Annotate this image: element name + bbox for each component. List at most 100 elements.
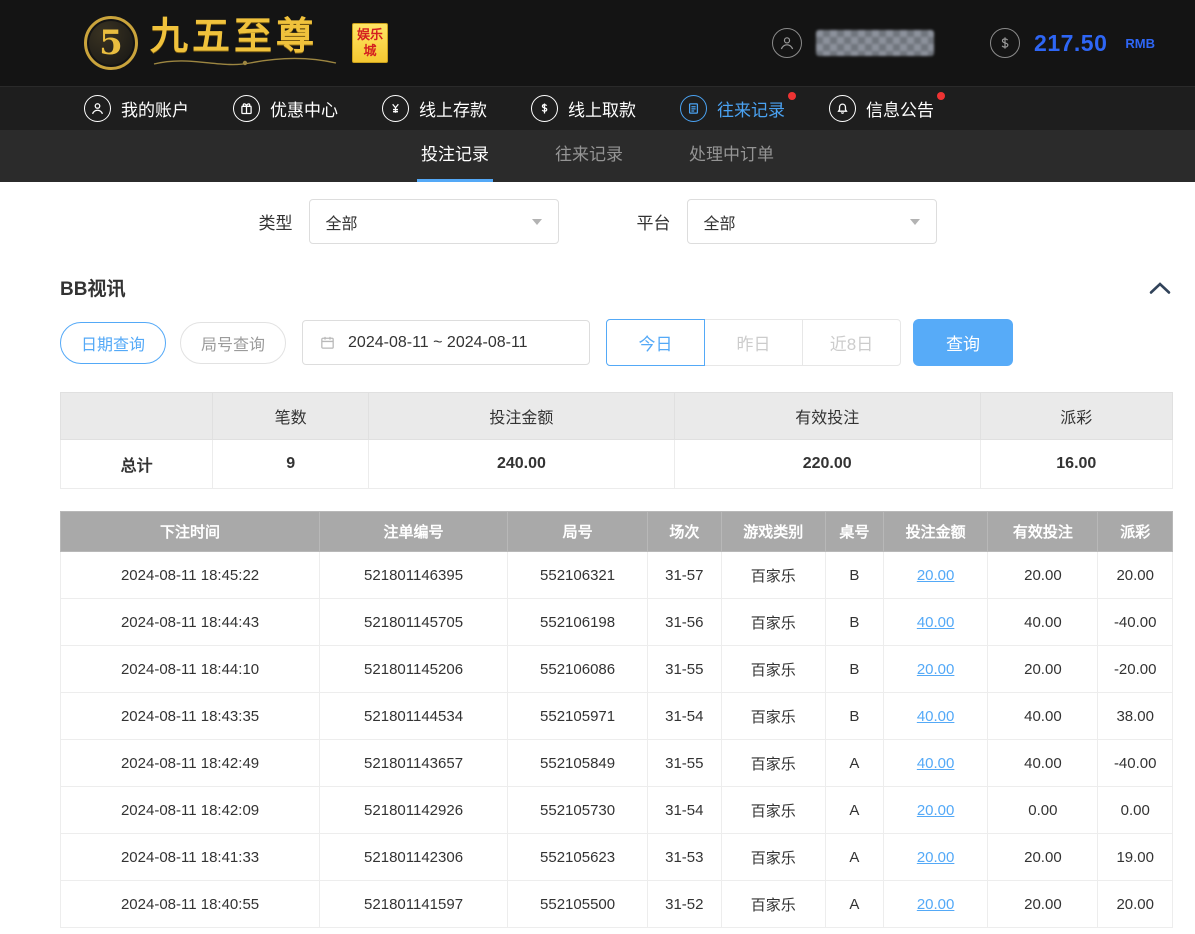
summary-valid-bet: 220.00	[674, 440, 980, 489]
last-8-days-button[interactable]: 近8日	[802, 319, 901, 366]
cell-bet-time: 2024-08-11 18:42:49	[61, 740, 320, 787]
notification-dot	[937, 92, 945, 100]
cell-valid-bet: 40.00	[988, 599, 1098, 646]
cell-payout: 38.00	[1098, 693, 1173, 740]
nav-label: 线上存款	[419, 96, 487, 121]
section-title: BB视讯	[60, 274, 125, 301]
avatar-icon[interactable]	[772, 28, 802, 58]
nav-item-promotions[interactable]: 优惠中心	[233, 95, 338, 122]
filter-row: 类型 全部 平台 全部	[0, 182, 1195, 260]
cell-session: 31-55	[648, 740, 721, 787]
cell-table-no: A	[826, 834, 884, 881]
cell-round-no: 552105971	[508, 693, 648, 740]
date-query-button[interactable]: 日期查询	[60, 322, 166, 364]
cell-valid-bet: 0.00	[988, 787, 1098, 834]
cell-round-no: 552105623	[508, 834, 648, 881]
table-row: 2024-08-11 18:42:49521801143657552105849…	[61, 740, 1173, 787]
date-range-input[interactable]: 2024-08-11 ~ 2024-08-11	[302, 320, 590, 365]
nav-item-deposit[interactable]: 线上存款	[382, 95, 487, 122]
cell-table-no: A	[826, 740, 884, 787]
summary-header-blank	[61, 393, 213, 440]
cell-session: 31-54	[648, 693, 721, 740]
search-button[interactable]: 查询	[913, 319, 1013, 366]
cell-valid-bet: 20.00	[988, 646, 1098, 693]
platform-select-value: 全部	[704, 210, 736, 234]
cell-order-no: 521801145705	[320, 599, 508, 646]
bet-amount-link[interactable]: 20.00	[917, 849, 955, 866]
tab-processing-orders[interactable]: 处理中订单	[685, 130, 778, 182]
bet-amount-link[interactable]: 20.00	[917, 802, 955, 819]
nav-item-announcements[interactable]: 信息公告	[829, 95, 934, 122]
cell-game-type: 百家乐	[721, 787, 826, 834]
cell-session: 31-57	[648, 552, 721, 599]
cell-round-no: 552106321	[508, 552, 648, 599]
calendar-icon	[319, 334, 336, 351]
platform-select[interactable]: 全部	[687, 199, 937, 244]
collapse-chevron-up-icon[interactable]	[1149, 281, 1171, 295]
cell-order-no: 521801143657	[320, 740, 508, 787]
sub-tab-bar: 投注记录 往来记录 处理中订单	[0, 130, 1195, 182]
query-controls: 日期查询 局号查询 2024-08-11 ~ 2024-08-11 今日 昨日 …	[60, 319, 1195, 366]
bet-amount-link[interactable]: 40.00	[917, 614, 955, 631]
user-icon	[84, 95, 111, 122]
bet-amount-link[interactable]: 20.00	[917, 567, 955, 584]
nav-label: 我的账户	[121, 96, 189, 121]
chevron-down-icon	[910, 219, 920, 225]
cell-bet-time: 2024-08-11 18:44:43	[61, 599, 320, 646]
cell-payout: 19.00	[1098, 834, 1173, 881]
cell-bet-amount: 40.00	[883, 693, 988, 740]
cell-payout: -40.00	[1098, 740, 1173, 787]
summary-row: 总计 9 240.00 220.00 16.00	[61, 440, 1173, 489]
cell-bet-amount: 20.00	[883, 834, 988, 881]
yesterday-button[interactable]: 昨日	[704, 319, 803, 366]
summary-header-count: 笔数	[213, 393, 369, 440]
top-header: 5 九五至尊 娱乐城 217.50	[0, 0, 1195, 86]
col-header-bet-time: 下注时间	[61, 512, 320, 552]
type-select[interactable]: 全部	[309, 199, 559, 244]
cell-bet-amount: 40.00	[883, 599, 988, 646]
cell-bet-time: 2024-08-11 18:43:35	[61, 693, 320, 740]
bet-amount-link[interactable]: 40.00	[917, 755, 955, 772]
cell-valid-bet: 20.00	[988, 881, 1098, 928]
table-row: 2024-08-11 18:40:55521801141597552105500…	[61, 881, 1173, 928]
cell-session: 31-53	[648, 834, 721, 881]
round-query-button[interactable]: 局号查询	[180, 322, 286, 364]
cell-table-no: A	[826, 787, 884, 834]
type-filter-label: 类型	[259, 209, 293, 234]
deposit-coin-icon	[382, 95, 409, 122]
col-header-table-no: 桌号	[826, 512, 884, 552]
cell-table-no: B	[826, 693, 884, 740]
nav-item-my-account[interactable]: 我的账户	[84, 95, 189, 122]
bet-amount-link[interactable]: 40.00	[917, 708, 955, 725]
summary-total-label: 总计	[61, 440, 213, 489]
summary-payout: 16.00	[980, 440, 1172, 489]
cell-game-type: 百家乐	[721, 552, 826, 599]
username-blurred[interactable]	[816, 30, 934, 56]
tab-bet-records[interactable]: 投注记录	[417, 130, 493, 182]
logo-tag: 娱乐城	[352, 23, 388, 64]
cell-bet-amount: 20.00	[883, 787, 988, 834]
cell-game-type: 百家乐	[721, 646, 826, 693]
cell-bet-amount: 20.00	[883, 646, 988, 693]
cell-round-no: 552106198	[508, 599, 648, 646]
bet-records-table: 下注时间注单编号局号场次游戏类别桌号投注金额有效投注派彩 2024-08-11 …	[60, 511, 1173, 928]
nav-item-withdraw[interactable]: 线上取款	[531, 95, 636, 122]
cell-table-no: A	[826, 881, 884, 928]
tab-transaction-records[interactable]: 往来记录	[551, 130, 627, 182]
cell-table-no: B	[826, 599, 884, 646]
col-header-round-no: 局号	[508, 512, 648, 552]
summary-table-wrap: 笔数 投注金额 有效投注 派彩 总计 9 240.00 220.00 16.00	[60, 392, 1173, 928]
nav-item-records[interactable]: 往来记录	[680, 95, 785, 122]
cell-round-no: 552106086	[508, 646, 648, 693]
cell-game-type: 百家乐	[721, 693, 826, 740]
cell-session: 31-52	[648, 881, 721, 928]
cell-session: 31-55	[648, 646, 721, 693]
type-select-value: 全部	[326, 210, 358, 234]
cell-game-type: 百家乐	[721, 740, 826, 787]
cell-valid-bet: 40.00	[988, 693, 1098, 740]
today-button[interactable]: 今日	[606, 319, 705, 366]
bet-amount-link[interactable]: 20.00	[917, 661, 955, 678]
bet-amount-link[interactable]: 20.00	[917, 896, 955, 913]
cell-payout: 20.00	[1098, 881, 1173, 928]
cell-table-no: B	[826, 552, 884, 599]
